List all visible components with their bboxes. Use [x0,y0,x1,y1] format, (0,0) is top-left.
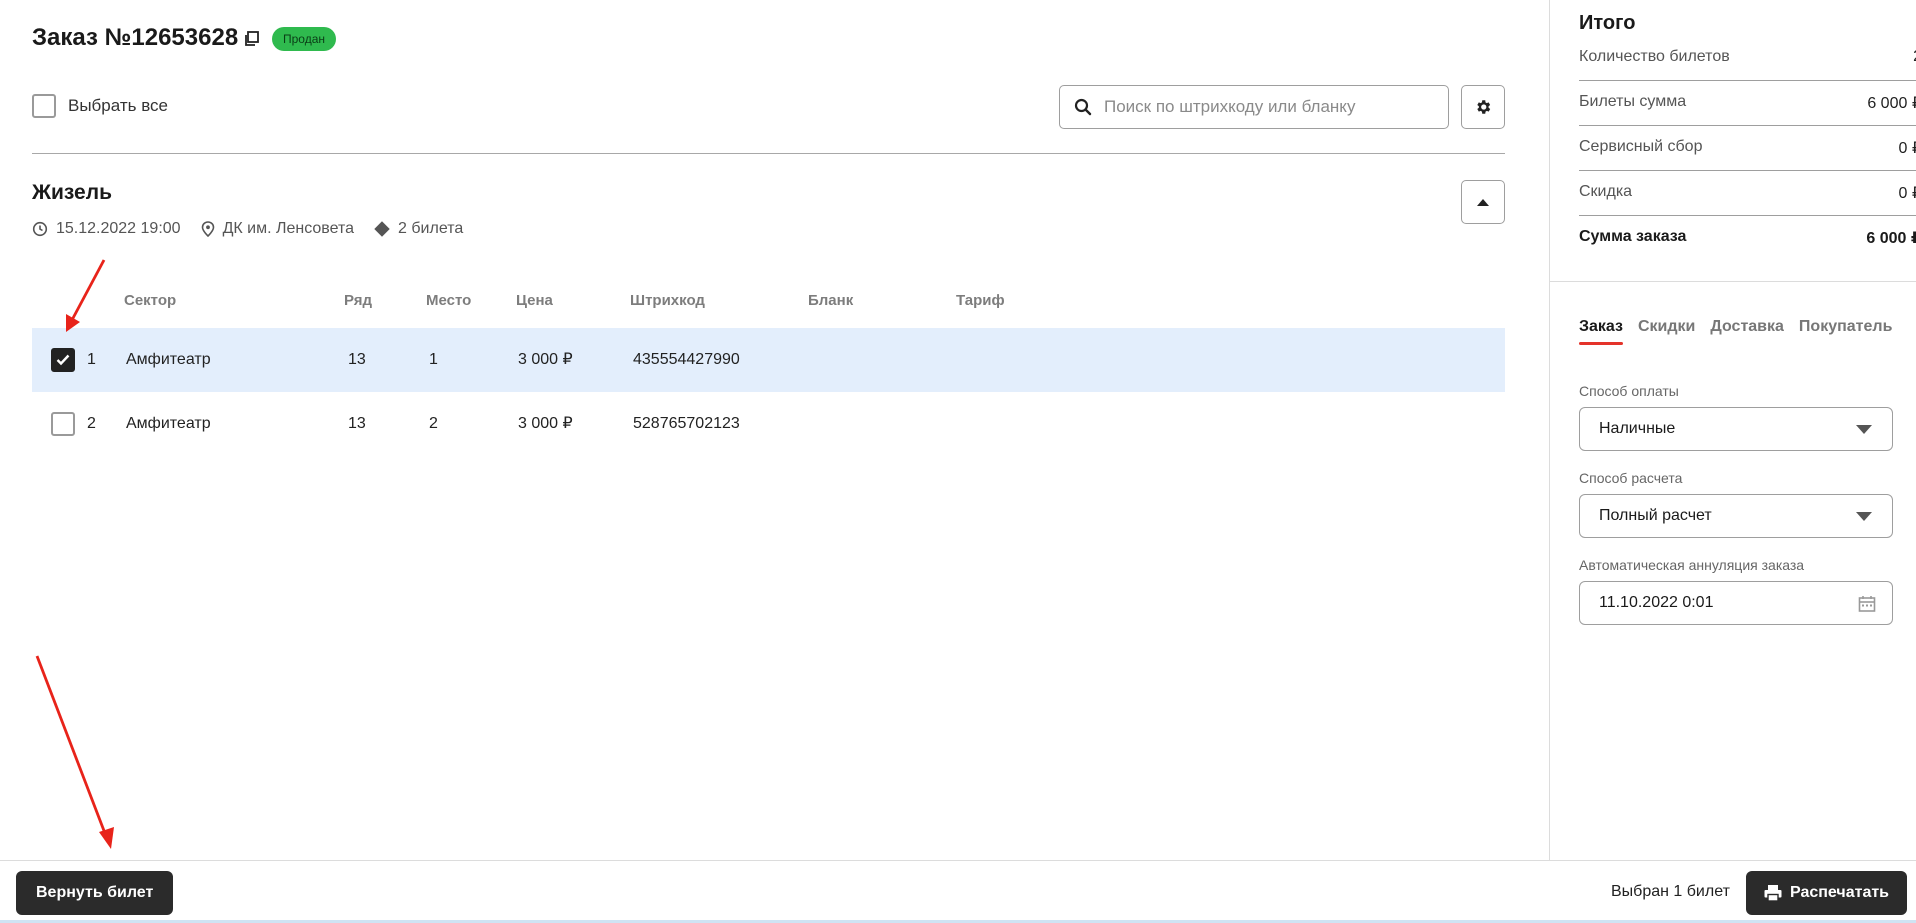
bottom-bar: Вернуть билет Выбран 1 билет Распечатать [0,860,1916,923]
select-all-checkbox[interactable] [32,94,56,118]
row-barcode: 435554427990 [633,351,740,368]
search-input[interactable] [1104,97,1424,117]
tab-discounts[interactable]: Скидки [1638,318,1695,345]
selected-count: Выбран 1 билет [1611,883,1730,900]
summary-row: Количество билетов 2 [1579,36,1916,81]
header-tariff: Тариф [956,292,1005,309]
status-badge: Продан [272,27,337,51]
location-pin-icon [201,221,214,237]
auto-cancel-date-field[interactable]: 11.10.2022 0:01 [1579,581,1893,625]
header-price: Цена [516,292,553,309]
row-row: 13 [348,415,366,432]
auto-cancel-label: Автоматическая аннуляция заказа [1579,557,1805,573]
event-meta: 15.12.2022 19:00 ДК им. Ленсовета 2 биле… [32,220,483,238]
collapse-button[interactable] [1461,180,1505,224]
summary-value: 0 ₽ [1898,140,1916,157]
return-ticket-button[interactable]: Вернуть билет [16,871,174,915]
summary-title: Итого [1579,12,1636,34]
row-price: 3 000 ₽ [518,415,573,432]
summary-value: 6 000 ₽ [1867,95,1916,112]
side-divider [1550,281,1916,282]
print-button[interactable]: Распечатать [1746,871,1908,915]
tab-delivery[interactable]: Доставка [1710,318,1784,345]
order-title: Заказ №12653628 [32,24,239,51]
summary-label: Количество билетов [1579,48,1730,65]
event-venue-text: ДК им. Ленсовета [222,220,355,237]
event-datetime-text: 15.12.2022 19:00 [56,220,181,237]
settings-button[interactable] [1461,85,1505,129]
gear-icon [1477,100,1491,114]
search-box[interactable] [1059,85,1449,129]
summary-label: Билеты сумма [1579,93,1687,110]
event-title: Жизель [32,181,112,204]
table-row[interactable]: 2 Амфитеатр 13 2 3 000 ₽ 528765702123 [32,392,1505,456]
clock-icon [32,221,48,237]
event-datetime: 15.12.2022 19:00 [32,220,181,238]
chevron-down-icon [1856,512,1872,521]
copy-icon[interactable] [243,30,261,48]
summary-panel: Итого Количество билетов 2 Билеты сумма … [1549,0,1916,860]
tab-buyer[interactable]: Покупатель [1799,318,1892,345]
summary-row: Сервисный сбор 0 ₽ [1579,126,1916,171]
search-icon [1074,98,1092,116]
select-all-label: Выбрать все [68,96,168,115]
summary-value: 0 ₽ [1898,185,1916,202]
auto-cancel-value: 11.10.2022 0:01 [1599,594,1714,611]
row-checkbox[interactable] [51,348,75,372]
row-checkbox[interactable] [51,412,75,436]
header-barcode: Штрихкод [630,292,705,309]
header-sector: Сектор [124,292,177,309]
tab-order[interactable]: Заказ [1579,318,1623,345]
settlement-method-label: Способ расчета [1579,470,1683,486]
select-all[interactable]: Выбрать все [32,94,168,118]
summary-label: Сервисный сбор [1579,138,1703,155]
chevron-down-icon [1856,425,1872,434]
checkmark-icon [56,354,70,366]
payment-method-value: Наличные [1599,420,1676,437]
summary-row: Билеты сумма 6 000 ₽ [1579,81,1916,126]
settlement-method-value: Полный расчет [1599,507,1712,524]
summary-total-value: 6 000 ₽ [1866,230,1916,247]
summary-total-label: Сумма заказа [1579,228,1687,245]
printer-icon [1764,885,1782,902]
payment-method-select[interactable]: Наличные [1579,407,1893,451]
settlement-method-select[interactable]: Полный расчет [1579,494,1893,538]
table-row[interactable]: 1 Амфитеатр 13 1 3 000 ₽ 435554427990 [32,328,1505,392]
summary-label: Скидка [1579,183,1633,200]
header-blank: Бланк [808,292,854,309]
row-price: 3 000 ₽ [518,351,573,368]
order-tabs: Заказ Скидки Доставка Покупатель [1579,318,1907,345]
header-row: Ряд [344,292,373,309]
row-seat: 2 [429,415,438,432]
row-sector: Амфитеатр [126,415,211,432]
calendar-icon[interactable] [1858,595,1876,613]
order-main: Заказ №12653628 Продан Выбрать все Жизел… [0,0,1549,860]
row-number: 1 [87,351,96,368]
summary-total-row: Сумма заказа 6 000 ₽ [1579,216,1916,261]
row-barcode: 528765702123 [633,415,740,432]
summary-row: Скидка 0 ₽ [1579,171,1916,216]
event-tickets-text: 2 билета [398,220,464,237]
row-sector: Амфитеатр [126,351,211,368]
row-row: 13 [348,351,366,368]
event-venue: ДК им. Ленсовета [201,220,354,238]
caret-up-icon [1477,199,1489,206]
payment-method-label: Способ оплаты [1579,383,1679,399]
divider [32,153,1505,154]
ticket-icon [374,221,390,237]
row-number: 2 [87,415,96,432]
row-seat: 1 [429,351,438,368]
header-seat: Место [426,292,472,309]
event-tickets: 2 билета [374,220,463,238]
print-label: Распечатать [1790,884,1890,901]
